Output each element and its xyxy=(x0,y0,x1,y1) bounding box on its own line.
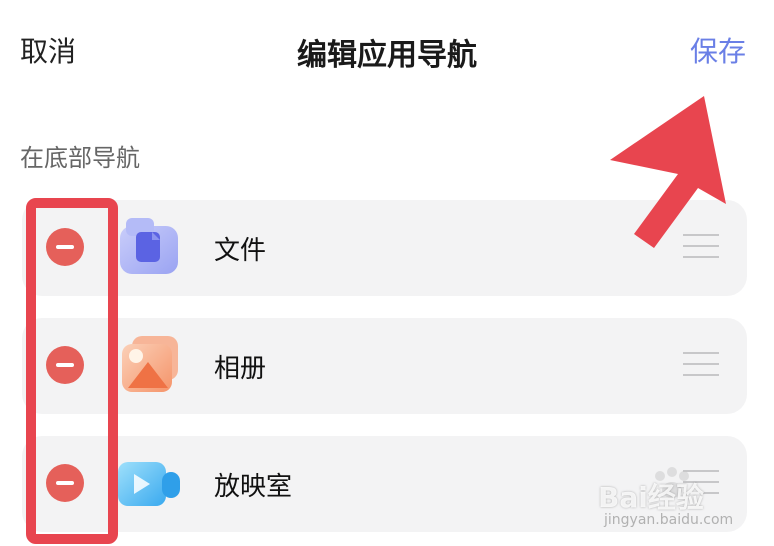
drag-handle-icon[interactable] xyxy=(683,352,719,378)
annotation-arrow-icon xyxy=(610,96,726,248)
watermark-url: jingyan.baidu.com xyxy=(604,512,734,528)
file-folder-icon xyxy=(120,218,178,274)
save-button[interactable]: 保存 xyxy=(690,30,746,70)
annotation-highlight-box xyxy=(26,198,118,544)
top-bar: 取消 编辑应用导航 保存 xyxy=(0,0,774,100)
nav-item-label: 放映室 xyxy=(214,472,293,502)
nav-item-label: 相册 xyxy=(214,354,267,384)
video-camera-icon xyxy=(118,462,180,506)
photo-album-icon xyxy=(122,336,178,392)
section-heading: 在底部导航 xyxy=(20,144,140,172)
nav-item-album: 相册 xyxy=(22,318,747,414)
page-title: 编辑应用导航 xyxy=(297,38,477,73)
watermark-brand: Bai经验 xyxy=(598,481,704,514)
nav-item-label: 文件 xyxy=(214,236,267,266)
